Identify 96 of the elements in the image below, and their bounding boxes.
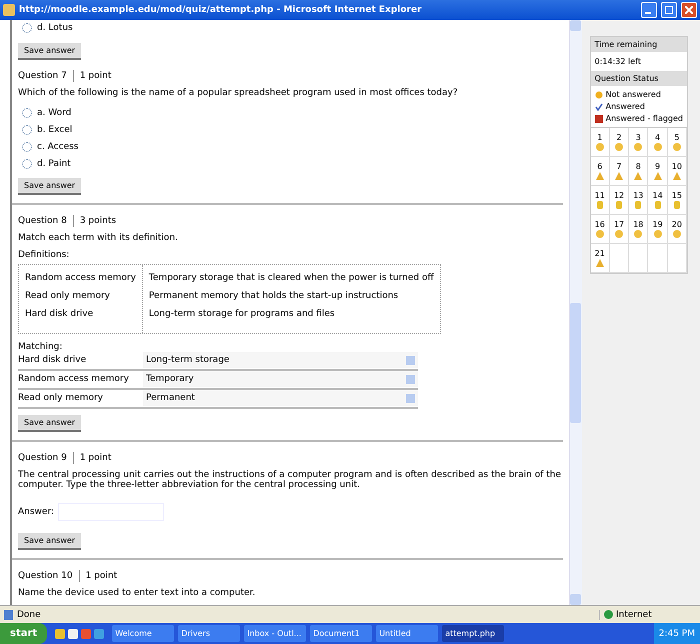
radio-button[interactable]	[22, 108, 32, 118]
question-points: 3 points	[80, 216, 116, 226]
maximize-button[interactable]	[661, 2, 677, 18]
definitions-label: Definitions:	[18, 250, 70, 260]
question-link[interactable]: 11	[590, 186, 610, 215]
taskbar-button[interactable]: Inbox - Outl...	[244, 625, 306, 642]
question-link[interactable]: 10	[668, 157, 687, 186]
empty-grid-cell	[648, 244, 668, 273]
page-icon	[4, 610, 13, 620]
option-label: d. Lotus	[37, 23, 73, 34]
definition-text: Long-term storage for programs and files	[148, 308, 335, 319]
definition-text: Temporary storage that is cleared when the power is turned off	[148, 272, 434, 283]
question-number: Question 7	[18, 70, 67, 81]
radio-button[interactable]	[22, 142, 32, 152]
close-button[interactable]	[681, 2, 697, 18]
question-link[interactable]: 7	[610, 157, 630, 186]
question-link[interactable]: 1	[590, 128, 610, 157]
term-text: Hard disk drive	[18, 355, 88, 366]
matching-label: Matching:	[18, 342, 64, 352]
zone-text: Internet	[616, 610, 652, 620]
question-link[interactable]: 19	[648, 215, 668, 244]
legend-label: Answered	[606, 102, 645, 111]
term-text: Read only memory	[18, 393, 104, 404]
taskbar-button[interactable]: Welcome	[112, 625, 174, 642]
term-text: Random access memory	[25, 272, 136, 283]
answer-dropdown[interactable]: Long-term storage	[143, 352, 418, 368]
flag-icon	[594, 114, 603, 122]
empty-grid-cell	[668, 244, 687, 273]
question-link[interactable]: 3	[629, 128, 648, 157]
definition-text: Permanent memory that holds the start-up instructions	[148, 290, 398, 301]
question-text: The central processing unit carries out the instructions of a computer program and is often described as the brain of the computer. Type the three-letter abbreviation for the central processing unit.	[18, 470, 562, 492]
save-answer-button[interactable]: Save answer	[18, 178, 82, 196]
question-link[interactable]: 21	[590, 244, 610, 273]
question-text: Which of the following is the name of a popular spreadsheet program used in most offices today?	[18, 88, 459, 99]
minimize-button[interactable]	[641, 2, 657, 18]
taskbar-button[interactable]: Drivers	[178, 625, 240, 642]
question-number: Question 8	[18, 216, 67, 226]
launch-icon[interactable]	[55, 628, 66, 638]
option-label: b. Excel	[37, 124, 72, 135]
window-title: http://moodle.example.edu/mod/quiz/attempt.php - Microsoft Internet Explorer	[19, 5, 423, 15]
timer-text: 0:14:32 left	[594, 56, 642, 68]
option-label: d. Paint	[37, 158, 71, 169]
question-link[interactable]: 15	[668, 186, 687, 215]
close-icon	[685, 6, 693, 14]
question-link[interactable]: 9	[648, 157, 668, 186]
question-link[interactable]: 2	[610, 128, 630, 157]
taskbar-button[interactable]: Document1	[310, 625, 372, 642]
question-points: 1 point	[86, 571, 118, 582]
status-text: Done	[17, 610, 42, 620]
question-points: 1 point	[80, 70, 112, 81]
option-label: a. Word	[37, 108, 72, 118]
block-title: Time remaining	[590, 37, 687, 52]
question-link[interactable]: 18	[629, 215, 648, 244]
dot-icon	[594, 90, 603, 98]
option-label: c. Access	[37, 142, 78, 152]
radio-button[interactable]	[22, 158, 32, 169]
question-link[interactable]: 17	[610, 215, 630, 244]
launch-icon[interactable]	[68, 628, 78, 638]
taskbar-button[interactable]: attempt.php	[442, 625, 504, 642]
question-link[interactable]: 4	[648, 128, 668, 157]
answer-dropdown[interactable]: Temporary	[143, 371, 418, 388]
question-link[interactable]: 20	[668, 215, 687, 244]
taskbar-button[interactable]: Untitled	[376, 625, 438, 642]
answer-dropdown[interactable]: Permanent	[143, 390, 418, 406]
save-answer-button[interactable]: Save answer	[18, 533, 82, 550]
launch-icon[interactable]	[94, 628, 104, 638]
question-link[interactable]: 8	[629, 157, 648, 186]
term-text: Hard disk drive	[25, 308, 94, 319]
maximize-icon	[665, 6, 673, 14]
save-answer-button[interactable]: Save answer	[18, 414, 82, 432]
question-number: Question 10	[18, 571, 73, 582]
question-points: 1 point	[80, 452, 112, 463]
question-link[interactable]: 13	[629, 186, 648, 215]
question-link[interactable]: 5	[668, 128, 687, 157]
legend-label: Answered - flagged	[606, 114, 683, 123]
save-answer-button[interactable]: Save answer	[18, 42, 82, 60]
check-icon	[594, 102, 603, 110]
empty-grid-cell	[629, 244, 648, 273]
question-link[interactable]: 6	[590, 157, 610, 186]
term-text: Read only memory	[25, 290, 110, 301]
globe-icon	[604, 610, 613, 619]
question-link[interactable]: 12	[610, 186, 630, 215]
start-button[interactable]: start	[0, 623, 48, 644]
answer-label: Answer:	[18, 507, 54, 518]
empty-grid-cell	[610, 244, 630, 273]
legend-label: Not answered	[606, 90, 661, 99]
radio-button[interactable]	[22, 23, 32, 34]
radio-button[interactable]	[22, 124, 32, 135]
clock-text: 2:45 PM	[658, 628, 695, 638]
question-text: Name the device used to enter text into a computer.	[18, 588, 256, 599]
question-link[interactable]: 14	[648, 186, 668, 215]
term-text: Random access memory	[18, 374, 130, 384]
question-link[interactable]: 16	[590, 215, 610, 244]
question-text: Match each term with its definition.	[18, 233, 179, 244]
question-number: Question 9	[18, 452, 67, 463]
block-title: Question Status	[590, 71, 687, 86]
